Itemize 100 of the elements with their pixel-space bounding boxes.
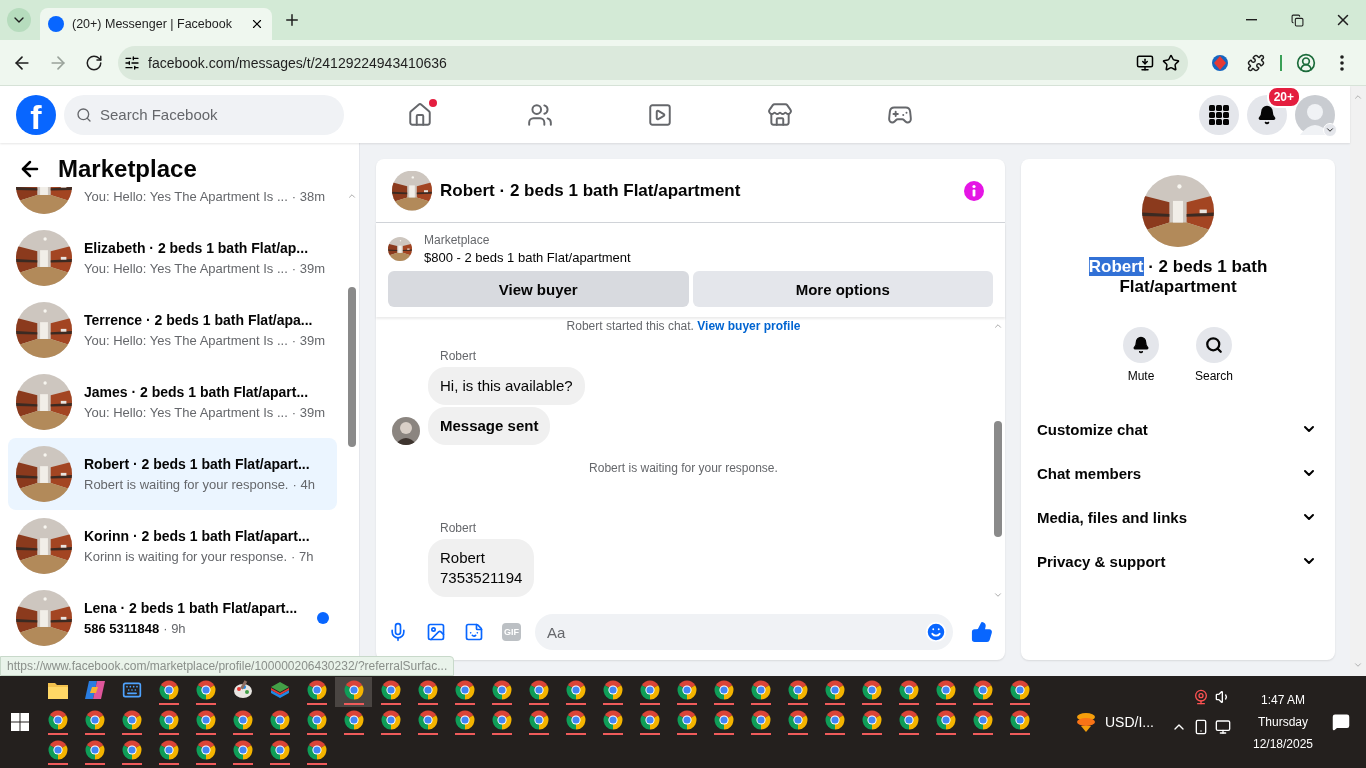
emoji-icon[interactable] <box>925 621 947 643</box>
chat-title: Robert · 2 beds 1 bath Flat/apartment <box>440 180 742 201</box>
tab-title: (20+) Messenger | Facebook <box>72 17 233 31</box>
system-message: Robert is waiting for your response. <box>588 461 779 475</box>
scrollbar[interactable] <box>1350 86 1366 676</box>
message-preview: 586 5311848 <box>84 619 160 638</box>
section-row[interactable]: Customize chat <box>1037 407 1319 451</box>
plus-icon <box>283 11 301 29</box>
search-field[interactable]: Search Facebook <box>64 94 344 135</box>
conversation-title: Robert · 2 beds 1 bath Flat/apart... <box>84 454 311 474</box>
chrome-icon <box>121 739 142 760</box>
chrome-icon <box>1009 679 1030 700</box>
status-url: https://www.facebook.com/marketplace/profile/100000206430232/?referralSurfac... <box>0 656 455 676</box>
clock-day: Thursday <box>1258 715 1308 729</box>
conversation-title: Korinn · 2 beds 1 bath Flat/apart... <box>84 526 311 546</box>
info-icon[interactable] <box>963 179 985 202</box>
chrome-icon <box>935 709 956 730</box>
action-button[interactable]: More options <box>692 271 993 307</box>
address-bar[interactable]: facebook.com/messages/t/24129224943410636 <box>118 45 1188 80</box>
image-icon[interactable] <box>426 622 446 642</box>
chrome-icon <box>972 709 993 730</box>
chrome-icon <box>380 679 401 700</box>
message-bubble: Hi, is this available? <box>428 367 585 405</box>
section-row[interactable]: Privacy & support <box>1037 539 1319 583</box>
layers-icon <box>269 679 290 700</box>
sender-name: Robert <box>440 349 478 363</box>
store-icon <box>767 101 793 128</box>
menu-button[interactable] <box>1199 94 1239 135</box>
chrome-icon <box>158 709 179 730</box>
network-icon[interactable] <box>1215 719 1231 735</box>
microphone-icon[interactable] <box>388 622 408 642</box>
conversation-item[interactable]: Elizabeth · 2 beds 1 bath Flat/ap... You: Hello: Yes The Apartment Is ... · 39m <box>8 222 337 294</box>
grid-icon <box>1209 104 1229 125</box>
windows-icon[interactable] <box>10 713 29 731</box>
scrollbar-thumb[interactable] <box>348 287 356 447</box>
notifications-icon[interactable] <box>1332 713 1350 731</box>
conversation-item[interactable]: James · 2 beds 1 bath Flat/apart... You: Hello: Yes The Apartment Is ... · 39m <box>8 366 337 438</box>
chat-title: Robert · 2 beds 1 bath Flat/apartment <box>1087 257 1269 297</box>
profile-avatar[interactable] <box>1295 94 1335 135</box>
section-row[interactable]: Chat members <box>1037 451 1319 495</box>
browser-tab[interactable]: (20+) Messenger | Facebook <box>40 8 272 40</box>
chrome-icon <box>84 739 105 760</box>
site-settings-icon[interactable] <box>124 54 140 71</box>
chrome-icon <box>158 739 179 760</box>
restore-icon <box>1290 13 1304 27</box>
chrome-icon <box>898 709 919 730</box>
people-icon <box>527 101 553 128</box>
sender-name: Robert <box>440 521 478 535</box>
chrome-icon <box>935 679 956 700</box>
currency-icon[interactable] <box>1075 711 1097 733</box>
chrome-icon <box>269 739 290 760</box>
profile-link[interactable]: View buyer profile <box>697 319 801 333</box>
section-row[interactable]: Media, files and links <box>1037 495 1319 539</box>
panel-title: Marketplace <box>58 155 197 183</box>
sticker-icon[interactable] <box>464 622 484 642</box>
like-icon[interactable] <box>971 621 993 643</box>
conversation-item[interactable]: Lena · 2 beds 1 bath Flat/apart... 586 5311848 · 9h <box>8 582 337 654</box>
message-preview: You: Hello: Yes The Apartment Is ... <box>84 187 288 206</box>
action-label: Search <box>1195 369 1233 383</box>
facebook-icon <box>48 16 64 32</box>
message-preview: You: Hello: Yes The Apartment Is ... <box>84 259 288 278</box>
chrome-icon <box>750 709 771 730</box>
scrollbar-thumb[interactable] <box>994 421 1002 537</box>
message-time: · 39m <box>291 403 326 422</box>
message-input[interactable]: Aa <box>535 614 953 650</box>
chrome-icon <box>417 679 438 700</box>
message-time: · 39m <box>291 331 326 350</box>
close-icon[interactable] <box>250 17 264 31</box>
message-time: · 38m <box>291 187 326 206</box>
bookmark-icon[interactable] <box>1162 53 1180 72</box>
chrome-icon <box>565 709 586 730</box>
taskbar-button[interactable] <box>335 677 372 707</box>
chrome-icon <box>639 679 660 700</box>
scroll-up-icon <box>1353 92 1363 102</box>
chrome-icon <box>47 739 68 760</box>
conversation-item[interactable]: Korinn · 2 beds 1 bath Flat/apart... Korinn is waiting for your response. · 7h <box>8 510 337 582</box>
conversation-item[interactable]: Robert · 2 beds 1 bath Flat/apart... Robert is waiting for your response. · 4h <box>8 438 337 510</box>
chrome-icon <box>713 679 734 700</box>
listing-title: $800 - 2 beds 1 bath Flat/apartment <box>424 250 631 265</box>
chrome-icon <box>491 679 512 700</box>
conversation-item[interactable]: You: Hello: Yes The Apartment Is ... · 38m <box>8 187 337 222</box>
phone-icon[interactable] <box>1193 719 1209 735</box>
tab-list-button[interactable] <box>7 8 31 32</box>
palette-icon <box>232 679 253 700</box>
minimize-icon <box>1245 19 1257 21</box>
currency-text: USD/I... <box>1105 714 1154 730</box>
conversation-title: Elizabeth · 2 beds 1 bath Flat/ap... <box>84 238 310 258</box>
install-icon[interactable] <box>1136 53 1154 72</box>
message-time: · 4h <box>292 475 315 494</box>
message-time: · 7h <box>291 547 314 566</box>
facebook-logo[interactable]: f <box>16 94 56 135</box>
action-button[interactable]: View buyer <box>388 271 689 307</box>
camera-icon[interactable] <box>1193 689 1209 705</box>
chrome-icon <box>639 709 660 730</box>
conversation-item[interactable]: Terrence · 2 beds 1 bath Flat/apa... You: Hello: Yes The Apartment Is ... · 39m <box>8 294 337 366</box>
mute-button[interactable] <box>1123 327 1159 363</box>
search-button[interactable] <box>1196 327 1232 363</box>
message-preview: Korinn is waiting for your response. <box>84 547 288 566</box>
chrome-icon <box>861 679 882 700</box>
chrome-icon <box>343 709 364 730</box>
